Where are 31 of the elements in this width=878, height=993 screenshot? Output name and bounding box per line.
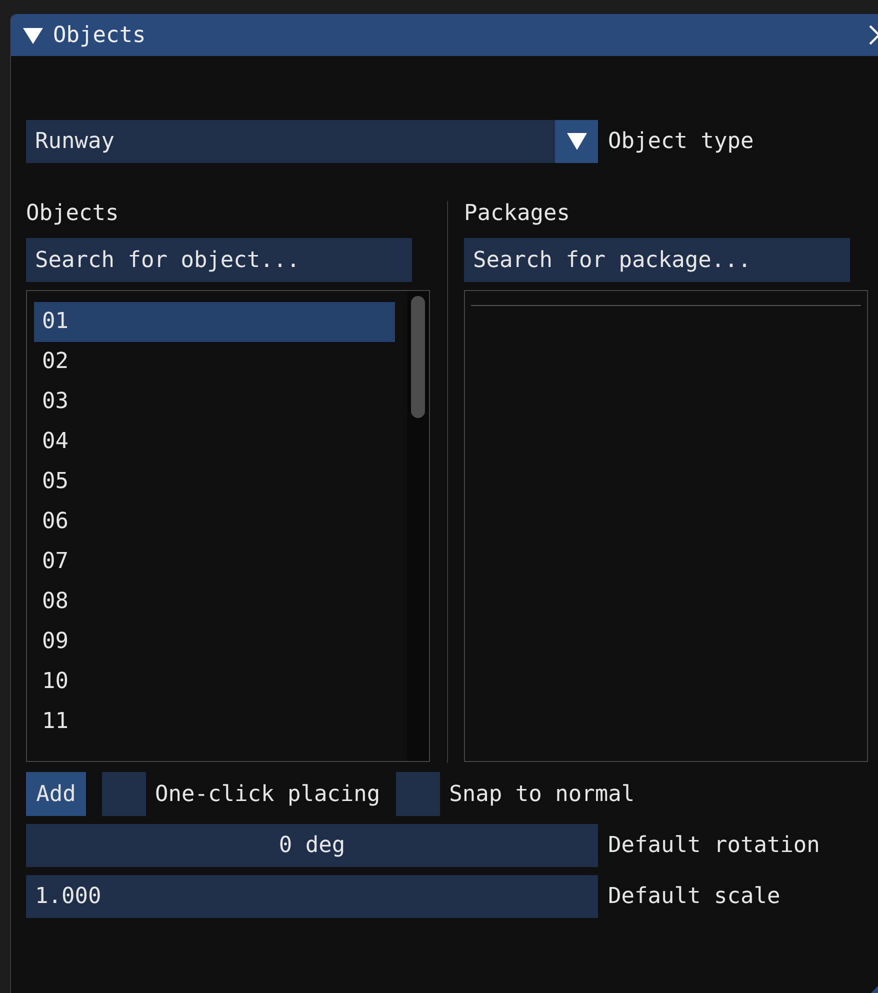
object-list-item[interactable]: 08 [34, 582, 395, 622]
object-type-dropdown[interactable]: Runway [26, 120, 598, 163]
object-list-item[interactable]: 10 [34, 662, 395, 702]
dropdown-arrow-button[interactable] [555, 120, 598, 163]
rotation-label: Default rotation [608, 833, 820, 858]
scale-label: Default scale [608, 884, 780, 909]
scrollbar[interactable] [407, 291, 429, 761]
checkbox[interactable] [102, 772, 146, 816]
object-list-item[interactable]: 02 [34, 342, 395, 382]
window-title: Objects [53, 22, 146, 48]
object-list-item[interactable]: 01 [34, 302, 395, 342]
object-list-item[interactable]: 04 [34, 422, 395, 462]
checkbox[interactable] [396, 772, 440, 816]
checkbox-label: Snap to normal [449, 782, 635, 806]
object-search-field[interactable]: Search for object... [26, 238, 412, 282]
object-list-item[interactable]: 09 [34, 622, 395, 662]
object-list-item[interactable]: 05 [34, 462, 395, 502]
object-list-item[interactable]: 06 [34, 502, 395, 542]
checkbox-label: One-click placing [155, 782, 380, 806]
add-button[interactable]: Add [26, 772, 86, 816]
collapse-icon[interactable] [23, 26, 43, 44]
objects-heading: Objects [26, 201, 120, 227]
packages-heading: Packages [464, 201, 571, 227]
object-list-item[interactable]: 07 [34, 542, 395, 582]
object-type-label: Object type [608, 129, 754, 154]
object-list-item[interactable]: 03 [34, 382, 395, 422]
scale-field[interactable]: 1.000 [26, 875, 598, 918]
caret-icon [566, 133, 586, 150]
rotation-field[interactable]: 0 deg [26, 824, 598, 867]
package-search-field[interactable]: Search for package... [464, 238, 850, 282]
object-list-item[interactable]: 11 [34, 702, 395, 742]
